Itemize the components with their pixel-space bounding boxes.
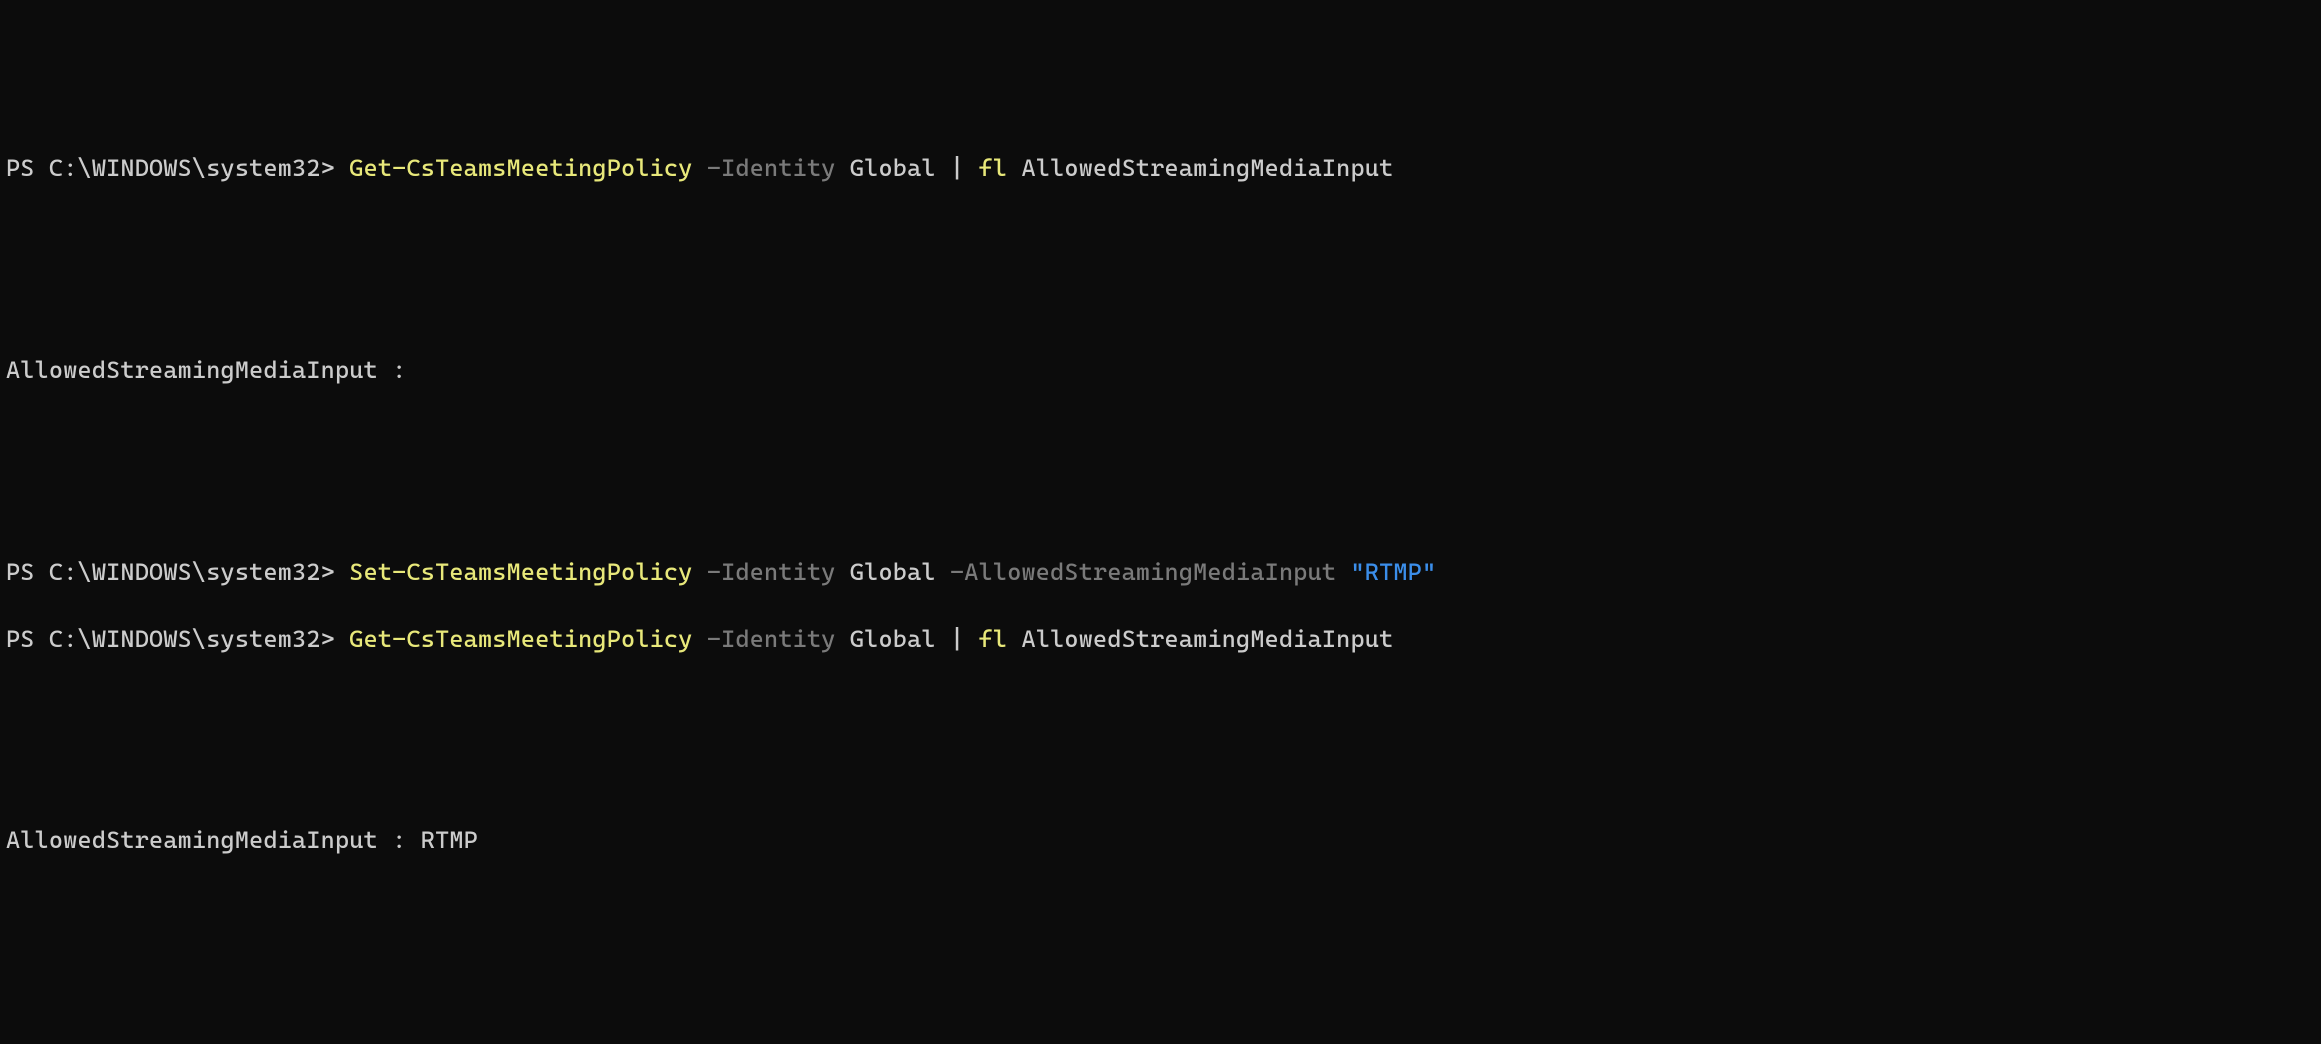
param-identity: -Identity <box>693 625 836 653</box>
prompt: PS C:\WINDOWS\system32> <box>6 625 349 653</box>
param-identity: -Identity <box>693 154 836 182</box>
terminal-line-3: PS C:\WINDOWS\system32> Get-CsTeamsMeeti… <box>6 623 2315 657</box>
cmdlet-get: Get-CsTeamsMeetingPolicy <box>349 154 692 182</box>
arg-global: Global <box>836 558 936 586</box>
string-rtmp: "RTMP" <box>1350 558 1436 586</box>
terminal-line-2: PS C:\WINDOWS\system32> Set-CsTeamsMeeti… <box>6 556 2315 590</box>
param-identity: -Identity <box>693 558 836 586</box>
blank-line <box>6 220 2315 254</box>
output-line-2: AllowedStreamingMediaInput : RTMP <box>6 824 2315 858</box>
blank-line <box>6 488 2315 522</box>
property-name: AllowedStreamingMediaInput <box>1022 625 1394 653</box>
blank-line <box>6 421 2315 455</box>
prompt: PS C:\WINDOWS\system32> <box>6 558 349 586</box>
property-name: AllowedStreamingMediaInput <box>1022 154 1394 182</box>
pipe-symbol: | <box>950 625 964 653</box>
blank-line <box>6 690 2315 724</box>
param-allowed-streaming: -AllowedStreamingMediaInput <box>936 558 1351 586</box>
prompt: PS C:\WINDOWS\system32> <box>6 154 349 182</box>
blank-line <box>6 287 2315 321</box>
cmdlet-set: Set-CsTeamsMeetingPolicy <box>349 558 692 586</box>
pipe-symbol: | <box>950 154 964 182</box>
terminal-line-1: PS C:\WINDOWS\system32> Get-CsTeamsMeeti… <box>6 152 2315 186</box>
blank-line <box>6 757 2315 791</box>
cmdlet-get: Get-CsTeamsMeetingPolicy <box>349 625 692 653</box>
arg-global: Global <box>836 625 950 653</box>
format-list: fl <box>964 625 1021 653</box>
format-list: fl <box>964 154 1021 182</box>
arg-global: Global <box>836 154 950 182</box>
output-line-1: AllowedStreamingMediaInput : <box>6 354 2315 388</box>
